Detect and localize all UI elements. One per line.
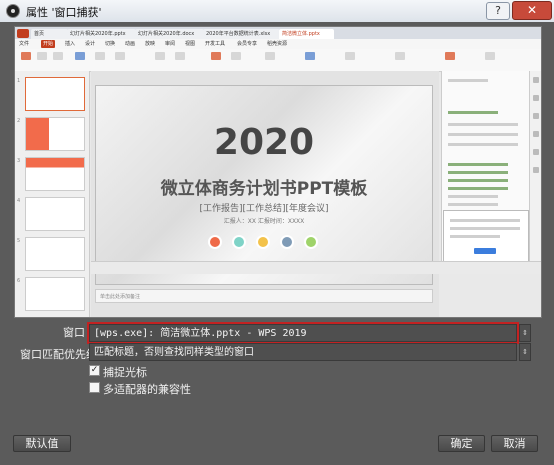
panel-line — [448, 143, 518, 146]
slide-thumbnail: 5 — [17, 237, 85, 271]
tool-icon — [533, 95, 539, 101]
popup-button — [474, 248, 496, 254]
popup-line — [450, 227, 520, 230]
ribbon-icon — [37, 52, 47, 60]
close-button[interactable]: ✕ — [512, 1, 552, 20]
capture-cursor-label: 捕捉光标 — [103, 366, 147, 379]
ribbon-icon — [115, 52, 125, 60]
ribbon-icon — [53, 52, 63, 60]
slide-subtitle: [工作报告][工作总结][年度会议] — [199, 204, 329, 214]
decor-dot — [256, 235, 270, 249]
tool-icon — [533, 149, 539, 155]
slide-thumbnail: 3 — [17, 157, 85, 191]
wps-menu-item: 会员专享 — [237, 41, 258, 47]
multi-adapter-checkbox[interactable] — [89, 382, 100, 393]
wps-tab: 幻灯片相关2020年.pptx — [67, 29, 136, 39]
wps-menu-item: 设计 — [85, 41, 96, 47]
panel-line — [448, 171, 508, 174]
ribbon-icon — [95, 52, 105, 60]
slide-year: 2020 — [213, 122, 315, 163]
wps-popup — [443, 210, 529, 262]
wps-menu-item: 开发工具 — [205, 41, 226, 47]
wps-status-bar — [91, 261, 541, 274]
tool-icon — [533, 131, 539, 137]
ribbon-icon — [345, 52, 355, 60]
wps-right-toolbar — [529, 71, 541, 261]
wps-tab: 2020年平台数据统计表.xlsx — [203, 29, 280, 39]
wps-tab-bar: 首页 幻灯片相关2020年.pptx 幻灯片相关2020年.docx 2020年… — [15, 27, 541, 39]
help-button[interactable]: ? — [486, 2, 510, 20]
priority-select-arrow[interactable]: ⇕ — [519, 343, 531, 361]
panel-line — [448, 203, 498, 206]
popup-line — [450, 219, 520, 222]
wps-menu-bar: 文件 开始 插入 设计 切换 动画 放映 审阅 视图 开发工具 会员专享 稻壳资… — [15, 39, 541, 49]
window-title: 属性 '窗口捕获' — [26, 6, 102, 19]
wps-menu-item: 审阅 — [165, 41, 176, 47]
panel-line — [448, 133, 518, 136]
decor-dot — [280, 235, 294, 249]
slide-thumbnail: 2 — [17, 117, 85, 151]
slide-thumbnail: 6 — [17, 277, 85, 311]
notes-area: 单击此处添加备注 — [95, 289, 433, 303]
wps-menu-item: 视图 — [185, 41, 196, 47]
ribbon-icon — [75, 52, 85, 60]
wps-menu-item: 插入 — [65, 41, 76, 47]
ribbon-icon — [265, 52, 275, 60]
multi-adapter-label: 多适配器的兼容性 — [103, 383, 191, 396]
slide-thumbnail: 1 — [17, 77, 85, 111]
tool-icon — [533, 77, 539, 83]
panel-line — [448, 79, 488, 82]
slide-thumbnail: 4 — [17, 197, 85, 231]
panel-line — [448, 195, 498, 198]
window-select-arrow[interactable]: ⇕ — [519, 324, 531, 342]
wps-logo-icon — [17, 29, 29, 38]
ribbon-icon — [211, 52, 221, 60]
wps-menu-item: 放映 — [145, 41, 156, 47]
ribbon-icon — [231, 52, 241, 60]
priority-label: 窗口匹配优先级 — [20, 348, 97, 361]
panel-line — [448, 187, 508, 190]
defaults-button[interactable]: 默认值 — [13, 435, 71, 452]
window-label: 窗口 — [63, 326, 85, 339]
slide: 2020 微立体商务计划书PPT模板 [工作报告][工作总结][年度会议] 汇报… — [95, 85, 433, 285]
wps-menu-item: 文件 — [19, 41, 30, 47]
ribbon-icon — [305, 52, 315, 60]
panel-line — [448, 123, 518, 126]
wps-ribbon — [15, 49, 541, 72]
wps-menu-item: 开始 — [41, 40, 56, 48]
tool-icon — [533, 167, 539, 173]
priority-select[interactable]: 匹配标题，否则查找同样类型的窗口 — [89, 343, 517, 361]
decor-dot — [208, 235, 222, 249]
decor-dot — [304, 235, 318, 249]
ribbon-icon — [155, 52, 165, 60]
ribbon-icon — [445, 52, 455, 60]
capture-preview: 首页 幻灯片相关2020年.pptx 幻灯片相关2020年.docx 2020年… — [14, 26, 542, 318]
panel-line — [448, 179, 508, 182]
cancel-button[interactable]: 取消 — [491, 435, 538, 452]
popup-line — [450, 235, 500, 238]
wps-tab: 首页 — [31, 29, 68, 39]
capture-cursor-checkbox[interactable]: ✓ — [89, 365, 100, 376]
slide-presenter: 汇报人：XX 汇报时间：XXXX — [223, 218, 305, 225]
wps-tab: 幻灯片相关2020年.docx — [135, 29, 204, 39]
decor-dot — [232, 235, 246, 249]
ribbon-icon — [395, 52, 405, 60]
slide-canvas: 2020 微立体商务计划书PPT模板 [工作报告][工作总结][年度会议] 汇报… — [91, 71, 439, 317]
slide-title: 微立体商务计划书PPT模板 — [160, 179, 368, 199]
wps-tab-active: 简洁微立体.pptx — [279, 29, 334, 39]
ribbon-icon — [485, 52, 495, 60]
obs-app-icon — [6, 4, 20, 18]
panel-line — [448, 163, 508, 166]
title-bar: 属性 '窗口捕获' ? ✕ — [0, 0, 554, 22]
wps-menu-item: 动画 — [125, 41, 136, 47]
slide-thumbnails: 1 2 3 4 5 6 — [15, 71, 90, 317]
panel-line — [448, 111, 498, 114]
window-select[interactable]: [wps.exe]: 简洁微立体.pptx - WPS 2019 — [87, 322, 519, 344]
ribbon-icon — [21, 52, 31, 60]
wps-menu-item: 切换 — [105, 41, 116, 47]
ribbon-icon — [175, 52, 185, 60]
ok-button[interactable]: 确定 — [438, 435, 485, 452]
wps-menu-item: 稻壳资源 — [267, 41, 288, 47]
tool-icon — [533, 113, 539, 119]
